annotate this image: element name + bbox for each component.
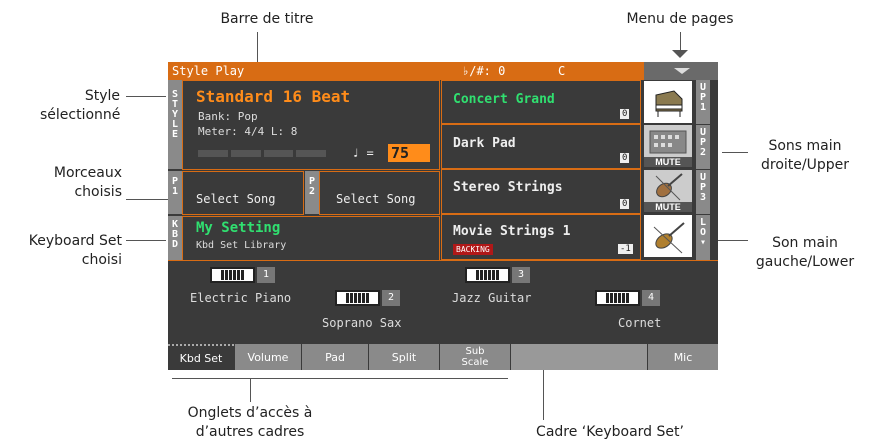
tab-p2[interactable]: P2 (305, 171, 319, 214)
sound-up1-octave: 0 (620, 109, 630, 119)
sound-up3-name: Stereo Strings (453, 180, 563, 195)
leader-line (126, 240, 166, 241)
tab-mic[interactable]: Mic (648, 344, 718, 370)
tab-style[interactable]: STYLE (168, 80, 182, 169)
page-menu-button[interactable] (644, 62, 718, 80)
style-name: Standard 16 Beat (196, 87, 351, 106)
keyboard-icon (210, 267, 255, 283)
leader-line (257, 32, 258, 62)
strings-icon[interactable]: MUTE (644, 170, 692, 212)
tempo-value[interactable]: 75 (388, 144, 430, 162)
song-p2-label: Select Song (336, 192, 416, 206)
tab-split[interactable]: Split (369, 344, 439, 370)
piano-icon[interactable] (644, 81, 692, 123)
tab-p1[interactable]: P1 (168, 171, 182, 214)
title-key: ♭/#: 0 (462, 64, 506, 78)
annotation-upper-1: Sons main (768, 138, 842, 154)
pad-3-name[interactable]: Jazz Guitar (452, 291, 531, 305)
tab-volume[interactable]: Volume (235, 344, 301, 370)
annotation-songs-1: Morceaux (53, 165, 122, 181)
tab-up2[interactable]: UP2 (696, 125, 710, 169)
keyboard-icon (595, 290, 640, 306)
divider (168, 260, 718, 261)
annotation-style-1: Style (84, 88, 120, 104)
annotation-upper-2: droite/Upper (761, 157, 849, 173)
tab-kbd[interactable]: KBD (168, 216, 182, 260)
mute-badge-up3: MUTE (644, 202, 692, 212)
annotation-lower-1: Son main (772, 235, 838, 251)
annotation-kbdset-2: choisi (81, 252, 122, 268)
tab-pad[interactable]: Pad (302, 344, 368, 370)
title-chord: C (558, 64, 566, 78)
leader-line (722, 152, 748, 153)
synth-pad-icon[interactable]: MUTE (644, 125, 692, 167)
pad-2-number: 2 (382, 290, 400, 306)
leader-line (172, 378, 508, 379)
sound-up3-octave: 0 (620, 199, 630, 209)
style-progress (198, 150, 326, 157)
song-p1-label: Select Song (196, 192, 276, 206)
leader-line (126, 96, 166, 97)
annotation-kbdset-1: Keyboard Set (28, 233, 122, 249)
kbd-set-name: My Setting (196, 220, 281, 236)
tab-sub-scale[interactable]: Sub Scale (440, 344, 510, 370)
tab-kbd-set[interactable]: Kbd Set (168, 344, 234, 370)
pad-4-name[interactable]: Cornet (618, 316, 661, 330)
tab-up3[interactable]: UP3 (696, 170, 710, 214)
sound-up2-name: Dark Pad (453, 136, 516, 151)
pad-1-number: 1 (257, 267, 275, 283)
tab-empty (511, 344, 647, 370)
tab-lower[interactable]: L O ▾ (696, 215, 710, 260)
mute-badge-up2: MUTE (644, 157, 692, 167)
annotation-frame: Cadre ‘Keyboard Set’ (536, 424, 684, 440)
title-mode: Style Play (172, 64, 245, 78)
keyboard-icon (465, 267, 510, 283)
chevron-down-icon (674, 68, 690, 74)
leader-arrow (672, 50, 688, 58)
leader-line (680, 32, 681, 52)
pad-1-name[interactable]: Electric Piano (190, 291, 291, 305)
pad-3-number: 3 (512, 267, 530, 283)
annotation-style-2: sélectionné (40, 107, 121, 123)
pad-4-number: 4 (642, 290, 660, 306)
sound-lower-name: Movie Strings 1 (453, 224, 571, 239)
tempo-symbol: ♩ = (352, 146, 374, 160)
annotation-songs-2: choisis (74, 184, 122, 200)
violin-icon[interactable] (644, 215, 692, 257)
annotation-page-menu: Menu de pages (626, 11, 734, 27)
annotation-tabs-2: d’autres cadres (195, 424, 305, 440)
tab-up1[interactable]: UP1 (696, 80, 710, 124)
leader-line (250, 378, 251, 402)
sound-up1-name: Concert Grand (453, 92, 555, 107)
sound-lower-octave: -1 (618, 244, 633, 254)
annotation-lower-2: gauche/Lower (755, 254, 855, 270)
pad-2-name[interactable]: Soprano Sax (322, 316, 401, 330)
style-bank: Bank: Pop (198, 110, 258, 123)
backing-badge: BACKING (453, 244, 493, 255)
touchscreen: Style Play ♭/#: 0 C STYLE P1 P2 KBD Stan… (168, 62, 718, 370)
style-meter: Meter: 4/4 L: 8 (198, 125, 298, 138)
kbd-set-library: Kbd Set Library (196, 240, 287, 251)
sound-up2-octave: 0 (620, 153, 630, 163)
title-bar: Style Play ♭/#: 0 C (168, 62, 718, 80)
annotation-title-bar: Barre de titre (220, 11, 314, 27)
keyboard-icon (335, 290, 380, 306)
annotation-tabs-1: Onglets d’accès à (187, 405, 313, 421)
